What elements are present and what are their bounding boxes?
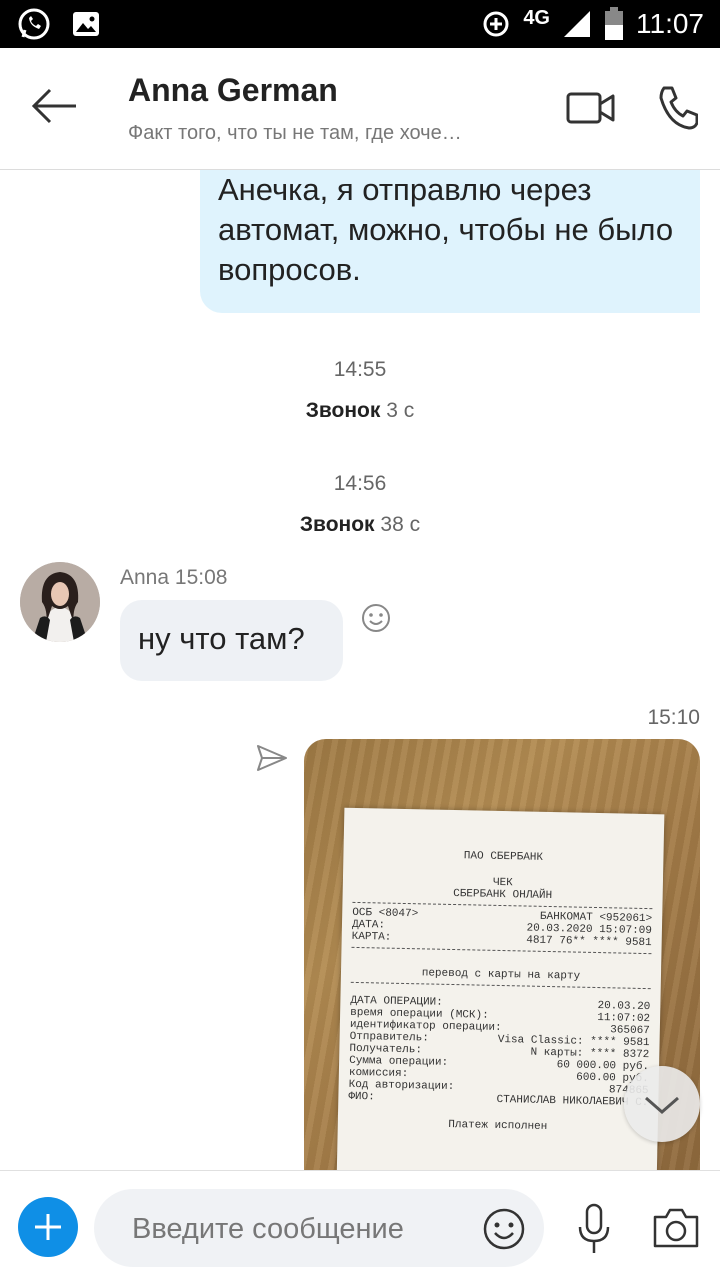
chat-header: Anna German Факт того, что ты не там, гд… bbox=[0, 48, 720, 170]
receipt-card-label: КАРТА: bbox=[351, 930, 392, 944]
add-content-button[interactable] bbox=[18, 1197, 78, 1257]
gallery-icon bbox=[73, 12, 99, 36]
receipt-image: ПАО СБЕРБАНК ЧЕК СБЕРБАНК ОНЛАЙН ОСБ <80… bbox=[335, 807, 665, 1170]
network-type: 4G bbox=[523, 6, 550, 29]
avatar-photo bbox=[20, 562, 100, 642]
receipt-op-date: 20.03.20 bbox=[597, 1000, 651, 1014]
back-arrow-icon[interactable] bbox=[30, 84, 80, 128]
outgoing-message-text: Анечка, я отправлю через автомат, можно,… bbox=[218, 172, 674, 287]
message-list[interactable]: Анечка, я отправлю через автомат, можно,… bbox=[0, 170, 720, 1170]
contact-name[interactable]: Anna German bbox=[128, 72, 338, 109]
camera-icon[interactable] bbox=[652, 1207, 700, 1249]
call-event[interactable]: Звонок 38 с bbox=[0, 513, 720, 537]
contact-mood-message: Факт того, что ты не там, где хоче… bbox=[128, 122, 462, 144]
message-composer: Введите сообщение bbox=[0, 1170, 720, 1280]
receipt-fio-label: ФИО: bbox=[348, 1090, 375, 1104]
outgoing-message[interactable]: Анечка, я отправлю через автомат, можно,… bbox=[200, 170, 700, 313]
message-time: 15:10 bbox=[647, 706, 700, 729]
call-timestamp: 14:55 bbox=[333, 358, 387, 381]
avatar[interactable] bbox=[20, 562, 100, 642]
chat-screen: 4G 11:07 Anna German Факт того, что ты н… bbox=[0, 0, 720, 1280]
whatsapp-icon bbox=[18, 8, 50, 40]
call-label: Звонок bbox=[299, 513, 375, 536]
receipt-date-label: ДАТА: bbox=[351, 918, 386, 932]
receipt-op-time: 11:07:02 bbox=[597, 1012, 651, 1026]
call-event[interactable]: Звонок 3 с bbox=[0, 399, 720, 423]
clock: 11:07 bbox=[636, 8, 704, 39]
sent-icon bbox=[257, 745, 287, 771]
battery-icon bbox=[605, 7, 623, 40]
message-meta: Anna 15:08 bbox=[120, 566, 227, 590]
status-bar: 4G 11:07 bbox=[0, 0, 720, 48]
audio-call-icon[interactable] bbox=[656, 84, 698, 130]
add-reaction-icon[interactable] bbox=[360, 602, 392, 634]
call-label: Звонок bbox=[305, 399, 381, 422]
message-time: 15:08 bbox=[174, 566, 228, 589]
video-call-icon[interactable] bbox=[566, 90, 616, 126]
sender-name: Anna bbox=[120, 566, 170, 589]
data-saver-icon bbox=[483, 11, 509, 37]
signal-icon bbox=[564, 11, 590, 37]
receipt-op-id: 365067 bbox=[610, 1024, 650, 1038]
call-duration: 38 с bbox=[380, 513, 421, 536]
plus-icon bbox=[35, 1214, 61, 1240]
scroll-to-bottom-button[interactable] bbox=[624, 1066, 700, 1142]
message-input-placeholder: Введите сообщение bbox=[132, 1213, 404, 1245]
call-timestamp: 14:56 bbox=[333, 472, 387, 495]
message-input[interactable]: Введите сообщение bbox=[94, 1189, 544, 1267]
call-duration: 3 с bbox=[386, 399, 415, 422]
emoji-icon[interactable] bbox=[482, 1207, 526, 1251]
incoming-message[interactable]: ну что там? bbox=[120, 600, 343, 681]
incoming-message-text: ну что там? bbox=[138, 621, 305, 656]
microphone-icon[interactable] bbox=[574, 1203, 614, 1255]
receipt-card: 4817 76** **** 9581 bbox=[526, 934, 652, 950]
chevron-down-icon bbox=[645, 1096, 679, 1114]
